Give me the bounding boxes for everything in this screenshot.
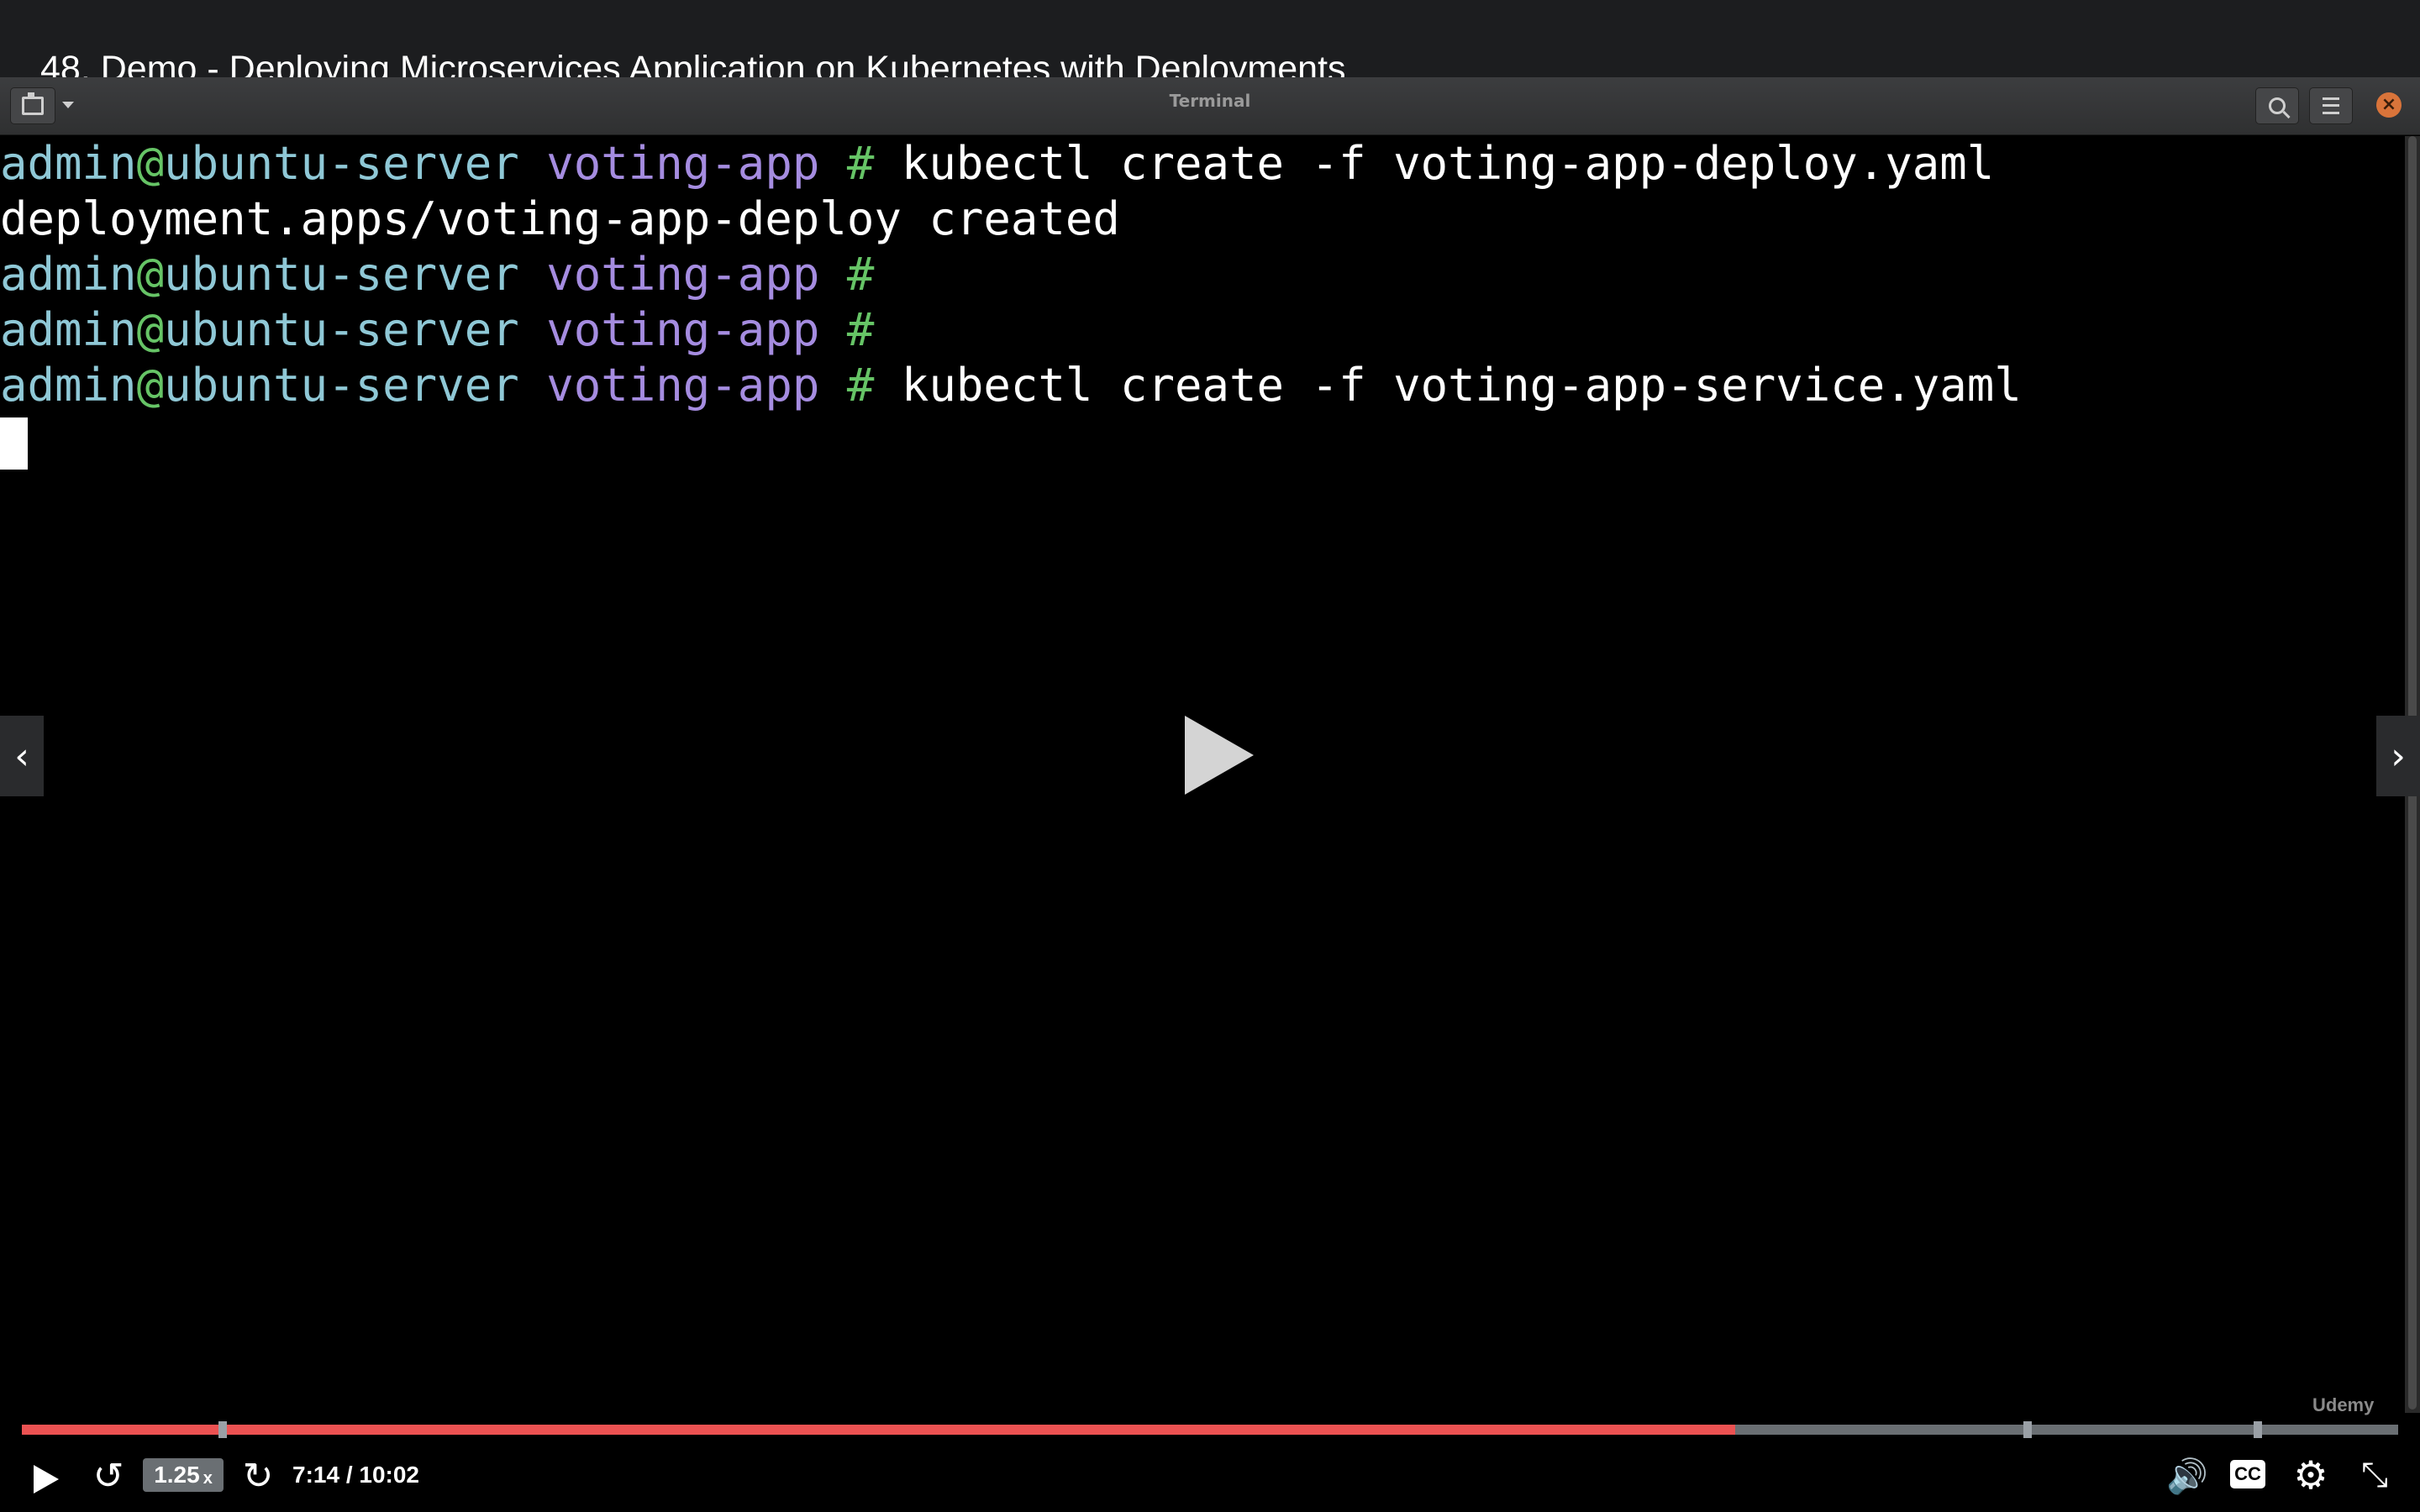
terminal-window-title: Terminal <box>1169 91 1251 111</box>
play-icon[interactable] <box>1185 716 1254 795</box>
prompt-host: ubuntu-server <box>164 248 519 301</box>
prompt-host: ubuntu-server <box>164 303 519 356</box>
prompt-symbol: # <box>846 137 875 190</box>
udemy-watermark: Udemy <box>2312 1394 2375 1415</box>
prompt-user: admin <box>0 137 137 190</box>
rewind-button[interactable]: ↺ <box>87 1454 129 1498</box>
terminal-cursor <box>0 417 28 470</box>
prompt-symbol: # <box>846 359 875 412</box>
terminal-prompt-line: admin@ubuntu-server voting-app # <box>0 302 2402 358</box>
forward-icon: ↻ <box>242 1454 274 1498</box>
chapter-marker <box>2254 1421 2262 1438</box>
prompt-host: ubuntu-server <box>164 137 519 190</box>
fullscreen-button[interactable]: ⤡ <box>2353 1453 2396 1497</box>
chapter-marker <box>2023 1421 2032 1438</box>
playback-speed-button[interactable]: 1.25 x <box>143 1458 224 1492</box>
prompt-user: admin <box>0 359 137 412</box>
exit-fullscreen-icon: ⤡ <box>2361 1456 2388 1494</box>
next-lecture-button[interactable]: › <box>2376 716 2420 796</box>
captions-button[interactable]: CC <box>2230 1460 2265 1488</box>
terminal-prompt-line: admin@ubuntu-server voting-app # <box>0 247 2402 302</box>
prompt-dir: voting-app <box>546 137 820 190</box>
rewind-icon: ↺ <box>92 1454 124 1498</box>
prompt-at: @ <box>136 303 165 356</box>
prompt-user: admin <box>0 248 137 301</box>
prompt-symbol: # <box>846 303 875 356</box>
progress-played <box>22 1425 1735 1435</box>
chevron-left-icon: ‹ <box>14 734 29 778</box>
captions-icon: CC <box>2234 1463 2261 1484</box>
volume-button[interactable]: 🔊 <box>2166 1455 2208 1497</box>
chevron-right-icon: › <box>2391 734 2406 778</box>
prompt-host: ubuntu-server <box>164 359 519 412</box>
progress-bar[interactable] <box>22 1421 2398 1438</box>
forward-button[interactable]: ↻ <box>237 1454 279 1498</box>
chapter-marker <box>218 1421 227 1438</box>
prompt-at: @ <box>136 359 165 412</box>
time-display: 7:14 / 10:02 <box>292 1462 419 1488</box>
terminal-command: kubectl create -f voting-app-service.yam… <box>901 359 2022 412</box>
prompt-dir: voting-app <box>546 359 820 412</box>
terminal-output-text: deployment.apps/voting-app-deploy create… <box>0 192 1120 245</box>
terminal-cursor-line <box>0 413 2402 470</box>
prompt-symbol: # <box>846 248 875 301</box>
terminal-output-line: deployment.apps/voting-app-deploy create… <box>0 192 2402 247</box>
course-header: 48. Demo - Deploying Microservices Appli… <box>0 0 2420 89</box>
play-button[interactable] <box>25 1458 67 1500</box>
terminal-close-button[interactable]: × <box>2376 92 2402 118</box>
prompt-at: @ <box>136 137 165 190</box>
previous-lecture-button[interactable]: ‹ <box>0 716 44 796</box>
play-icon <box>34 1465 59 1494</box>
terminal-prompt-line: admin@ubuntu-server voting-app # kubectl… <box>0 136 2402 192</box>
prompt-dir: voting-app <box>546 248 820 301</box>
terminal-command: kubectl create -f voting-app-deploy.yaml <box>901 137 1995 190</box>
prompt-at: @ <box>136 248 165 301</box>
player-controls: ↺ 1.25 x ↻ 7:14 / 10:02 🔊 CC ⚙ ⤡ <box>0 1438 2420 1512</box>
volume-icon: 🔊 <box>2166 1457 2208 1496</box>
terminal-prompt-line: admin@ubuntu-server voting-app # kubectl… <box>0 358 2402 413</box>
close-icon: × <box>2381 94 2397 115</box>
prompt-user: admin <box>0 303 137 356</box>
playback-speed-suffix: x <box>203 1468 213 1488</box>
gear-icon: ⚙ <box>2293 1452 2328 1498</box>
prompt-dir: voting-app <box>546 303 820 356</box>
settings-button[interactable]: ⚙ <box>2289 1452 2333 1498</box>
playback-speed-value: 1.25 <box>154 1462 200 1488</box>
